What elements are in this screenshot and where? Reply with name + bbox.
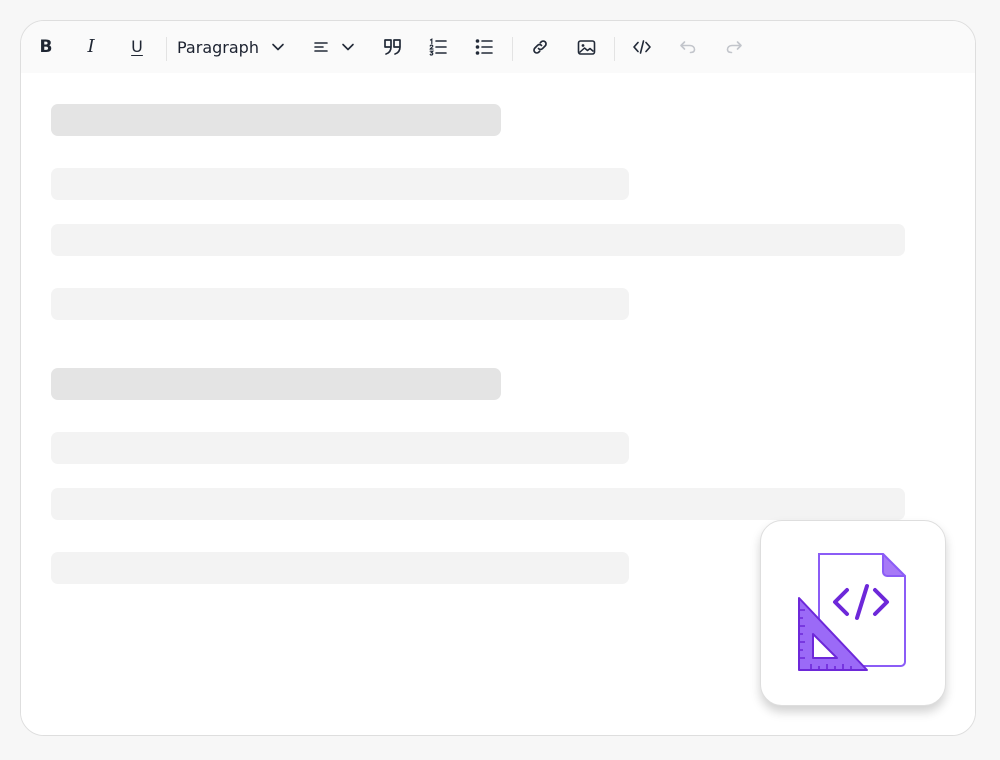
chevron-down-icon bbox=[341, 40, 355, 54]
image-button[interactable] bbox=[574, 33, 598, 61]
editor-toolbar: B I U Paragraph bbox=[21, 21, 975, 73]
bullet-list-icon bbox=[474, 38, 494, 56]
heading-skeleton-line bbox=[51, 104, 501, 136]
toolbar-separator bbox=[166, 37, 167, 61]
chevron-down-icon bbox=[271, 40, 285, 54]
bullet-list-button[interactable] bbox=[472, 33, 496, 61]
text-skeleton-line bbox=[51, 288, 629, 320]
redo-button[interactable] bbox=[723, 33, 745, 61]
quote-icon bbox=[383, 38, 403, 56]
text-skeleton-line bbox=[51, 224, 905, 256]
toolbar-separator bbox=[614, 37, 615, 61]
quote-button[interactable] bbox=[381, 33, 405, 61]
align-left-icon bbox=[313, 39, 329, 55]
redo-icon bbox=[725, 40, 743, 54]
block-format-select[interactable]: Paragraph bbox=[177, 33, 289, 61]
image-icon bbox=[577, 39, 596, 56]
toolbar-separator bbox=[512, 37, 513, 61]
underline-button[interactable]: U bbox=[126, 33, 148, 61]
bold-button[interactable]: B bbox=[35, 33, 57, 61]
code-button[interactable] bbox=[630, 33, 654, 61]
link-button[interactable] bbox=[528, 33, 552, 61]
bold-icon: B bbox=[39, 36, 53, 57]
block-format-label: Paragraph bbox=[177, 37, 259, 57]
italic-icon: I bbox=[87, 36, 95, 57]
code-file-ruler-icon bbox=[797, 550, 909, 677]
text-skeleton-line bbox=[51, 432, 629, 464]
ordered-list-icon bbox=[428, 38, 448, 56]
ordered-list-button[interactable] bbox=[426, 33, 450, 61]
underline-icon: U bbox=[131, 37, 143, 56]
heading-skeleton-line bbox=[51, 368, 501, 400]
italic-button[interactable]: I bbox=[80, 33, 102, 61]
text-skeleton-line bbox=[51, 488, 905, 520]
text-skeleton-line bbox=[51, 552, 629, 584]
code-icon bbox=[632, 39, 652, 55]
text-skeleton-line bbox=[51, 168, 629, 200]
undo-button[interactable] bbox=[677, 33, 699, 61]
align-select[interactable] bbox=[313, 33, 355, 61]
undo-icon bbox=[679, 40, 697, 54]
app-logo-badge bbox=[760, 520, 946, 706]
link-icon bbox=[531, 38, 549, 56]
